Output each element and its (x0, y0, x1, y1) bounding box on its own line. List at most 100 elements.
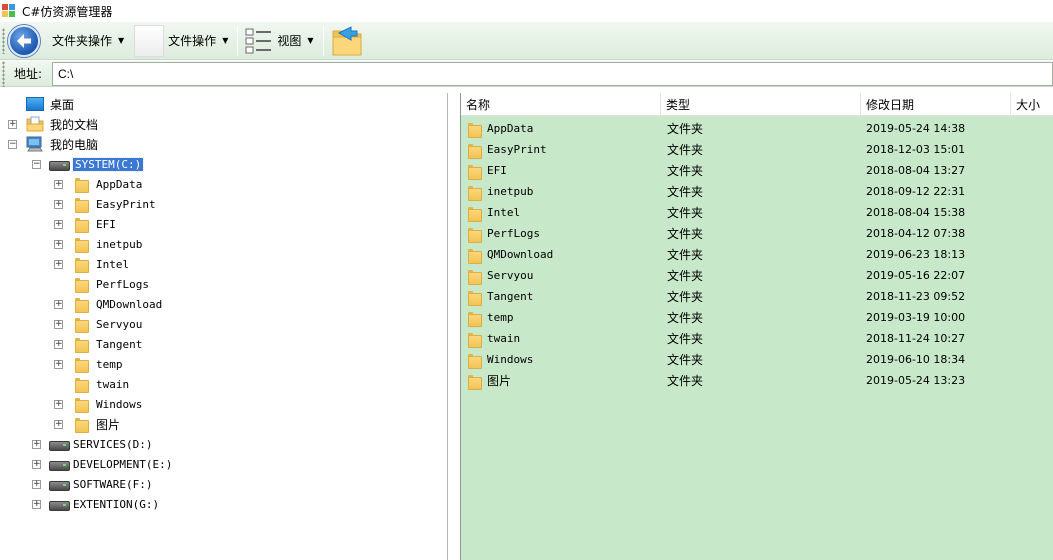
expand-icon[interactable]: + (54, 260, 63, 269)
tree-item-label: temp (96, 357, 123, 371)
toolbar-separator (322, 25, 324, 56)
expand-icon[interactable]: + (32, 500, 41, 509)
tree-item-my-documents[interactable]: 我的文档 (26, 114, 98, 134)
folder-icon (467, 373, 482, 390)
list-item[interactable]: EasyPrint 文件夹 2018-12-03 15:01 (461, 139, 1053, 160)
cell-modified: 2019-06-10 18:34 (866, 353, 966, 366)
view-dropdown[interactable]: 视图 ▼ (241, 25, 319, 57)
folder-ops-dropdown[interactable]: 文件夹操作 ▼ (48, 25, 130, 57)
list-item[interactable]: EFI 文件夹 2018-08-04 13:27 (461, 160, 1053, 181)
cell-type: 文件夹 (667, 374, 704, 388)
cell-type: 文件夹 (667, 185, 704, 199)
tree-item-drive[interactable]: EXTENTION(G:) (49, 494, 159, 514)
expand-icon[interactable]: + (54, 340, 63, 349)
tree-item-label-selected: SYSTEM(C:) (71, 156, 145, 172)
cell-modified: 2019-05-24 14:38 (866, 122, 966, 135)
toolbar-grip-icon[interactable] (2, 27, 5, 54)
expand-icon[interactable]: + (54, 180, 63, 189)
list-item[interactable]: Tangent 文件夹 2018-11-23 09:52 (461, 286, 1053, 307)
tree-item-label: PerfLogs (96, 277, 149, 291)
cell-name: EFI (461, 160, 661, 181)
expand-icon[interactable]: + (54, 200, 63, 209)
tree-item-folder[interactable]: EFI (74, 214, 116, 234)
cell-modified: 2019-06-23 18:13 (866, 248, 966, 261)
expand-icon[interactable]: + (54, 320, 63, 329)
tree-item-folder[interactable]: Servyou (74, 314, 142, 334)
cell-size (1011, 370, 1053, 391)
list-item[interactable]: AppData 文件夹 2019-05-24 14:38 (461, 118, 1053, 139)
tree-item-drive[interactable]: SOFTWARE(F:) (49, 474, 152, 494)
cell-type: 文件夹 (667, 206, 704, 220)
folder-icon (467, 142, 482, 159)
expand-icon[interactable]: + (54, 400, 63, 409)
tree-item-my-computer[interactable]: 我的电脑 (26, 134, 98, 154)
tree-item-folder[interactable]: QMDownload (74, 294, 162, 314)
expand-icon[interactable]: + (54, 420, 63, 429)
file-ops-dropdown[interactable]: 文件操作 ▼ (130, 24, 234, 57)
documents-folder-icon (26, 116, 44, 132)
list-item[interactable]: PerfLogs 文件夹 2018-04-12 07:38 (461, 223, 1053, 244)
back-button[interactable] (8, 24, 40, 57)
tree-item-folder[interactable]: PerfLogs (74, 274, 149, 294)
file-list[interactable]: 名称 类型 修改日期 大小 AppData 文件夹 2019-05-24 14:38… (460, 93, 1053, 560)
folder-up-button[interactable] (331, 25, 363, 57)
tree-item-folder[interactable]: AppData (74, 174, 142, 194)
tree-item-folder[interactable]: temp (74, 354, 123, 374)
address-input[interactable] (52, 61, 1053, 86)
cell-size (1011, 223, 1053, 244)
tree-item-drive[interactable]: DEVELOPMENT(E:) (49, 454, 172, 474)
tree-item-folder[interactable]: EasyPrint (74, 194, 156, 214)
document-icon (134, 24, 165, 57)
list-item[interactable]: twain 文件夹 2018-11-24 10:27 (461, 328, 1053, 349)
tree-item-folder[interactable]: 图片 (74, 414, 120, 434)
expand-icon[interactable]: + (54, 360, 63, 369)
list-item[interactable]: temp 文件夹 2019-03-19 10:00 (461, 307, 1053, 328)
cell-name: PerfLogs (461, 223, 661, 244)
list-item[interactable]: Servyou 文件夹 2019-05-16 22:07 (461, 265, 1053, 286)
folder-icon (467, 226, 482, 243)
file-name: EasyPrint (487, 143, 547, 156)
drive-icon (49, 497, 70, 511)
list-item[interactable]: QMDownload 文件夹 2019-06-23 18:13 (461, 244, 1053, 265)
column-header-type[interactable]: 类型 (661, 93, 861, 116)
folder-tree[interactable]: 桌面 + 我的文档 − 我的电脑 − SYSTEM(C:) + AppData + E… (0, 93, 448, 560)
folder-icon (74, 376, 89, 393)
cell-name: Servyou (461, 265, 661, 286)
expand-icon[interactable]: + (32, 480, 41, 489)
tree-item-folder[interactable]: Intel (74, 254, 129, 274)
cell-modified: 2019-05-24 13:23 (866, 374, 966, 387)
tree-item-folder[interactable]: Windows (74, 394, 142, 414)
file-ops-label: 文件操作 (168, 34, 217, 48)
tree-item-folder[interactable]: Tangent (74, 334, 142, 354)
expand-icon[interactable]: + (32, 440, 41, 449)
tree-item-drive-c[interactable]: SYSTEM(C:) (49, 154, 145, 174)
collapse-icon[interactable]: − (32, 160, 41, 169)
expand-icon[interactable]: + (8, 120, 17, 129)
cell-name: Windows (461, 349, 661, 370)
cell-name: Tangent (461, 286, 661, 307)
address-bar: 地址: (0, 60, 1053, 87)
folder-icon (74, 396, 89, 413)
expand-icon[interactable]: + (32, 460, 41, 469)
file-name: Servyou (487, 269, 534, 282)
folder-icon (74, 336, 89, 353)
tree-item-folder[interactable]: twain (74, 374, 129, 394)
collapse-icon[interactable]: − (8, 140, 17, 149)
address-grip-icon[interactable] (2, 60, 5, 87)
column-header-modified[interactable]: 修改日期 (861, 93, 1011, 116)
tree-item-desktop[interactable]: 桌面 (26, 94, 74, 114)
tree-item-folder[interactable]: inetpub (74, 234, 142, 254)
list-item[interactable]: Intel 文件夹 2018-08-04 15:38 (461, 202, 1053, 223)
window-title: C#仿资源管理器 (22, 4, 113, 19)
list-item[interactable]: 图片 文件夹 2019-05-24 13:23 (461, 370, 1053, 391)
expand-icon[interactable]: + (54, 220, 63, 229)
expand-icon[interactable]: + (54, 300, 63, 309)
expand-icon[interactable]: + (54, 240, 63, 249)
column-header-name[interactable]: 名称 (461, 93, 661, 116)
list-item[interactable]: Windows 文件夹 2019-06-10 18:34 (461, 349, 1053, 370)
list-item[interactable]: inetpub 文件夹 2018-09-12 22:31 (461, 181, 1053, 202)
column-header-size[interactable]: 大小 (1011, 93, 1053, 116)
tree-item-label: Servyou (96, 317, 143, 331)
tree-item-drive[interactable]: SERVICES(D:) (49, 434, 152, 454)
cell-modified: 2018-08-04 15:38 (866, 206, 966, 219)
